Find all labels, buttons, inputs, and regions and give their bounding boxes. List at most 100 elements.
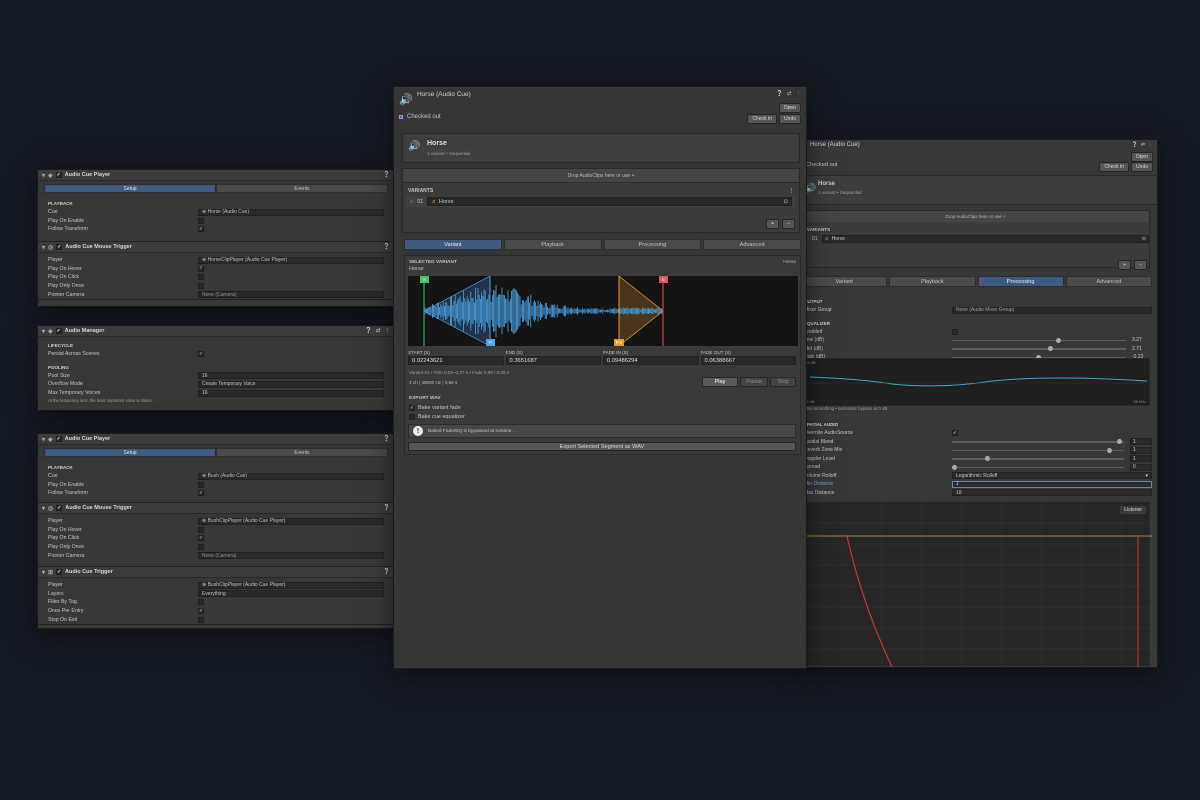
filter-by-tag-checkbox[interactable] <box>198 599 204 606</box>
waveform-view[interactable]: S E FI FO <box>408 276 798 346</box>
follow-transform-checkbox[interactable]: ✓ <box>198 490 204 497</box>
stop-button[interactable]: Stop <box>770 377 796 387</box>
stop-on-exit-checkbox[interactable] <box>198 616 204 623</box>
player-field[interactable]: ⊕ BushClipPlayer (Audio Cue Player) <box>198 581 384 589</box>
pool-size-field[interactable]: 16 <box>198 372 384 380</box>
tab-variant[interactable]: Variant <box>404 239 502 250</box>
drop-zone[interactable]: Drop AudioClips here or use + <box>403 169 799 183</box>
doppler-slider[interactable] <box>952 456 1124 461</box>
fade-out-marker-handle[interactable]: FO <box>614 339 624 346</box>
foldout-arrow-icon[interactable]: ▾ <box>42 328 45 335</box>
eq-mid-value[interactable]: 2.71 <box>1132 346 1152 352</box>
tab-advanced[interactable]: Advanced <box>703 239 801 250</box>
more-icon[interactable]: ⋮ <box>385 328 391 334</box>
start-field[interactable]: 0.02243621 <box>408 356 504 365</box>
play-only-once-checkbox[interactable] <box>198 283 204 290</box>
foldout-arrow-icon[interactable]: ▾ <box>42 244 45 251</box>
override-checkbox[interactable]: ✓ <box>952 430 958 437</box>
play-on-enable-checkbox[interactable] <box>198 217 204 224</box>
persist-checkbox[interactable]: ✓ <box>198 351 204 358</box>
max-distance-field[interactable]: 10 <box>952 489 1152 497</box>
undo-button[interactable]: Undo <box>779 114 801 124</box>
eq-mid-slider[interactable] <box>952 346 1126 351</box>
tab-variant[interactable]: Variant <box>801 276 888 287</box>
check-in-button[interactable]: Check In <box>747 114 778 124</box>
enable-toggle[interactable]: ✓ <box>56 569 63 575</box>
pause-button[interactable]: Pause <box>740 377 768 387</box>
component-header[interactable]: ▾ ⊞ ✓ Audio Cue Trigger ❔ <box>38 567 394 578</box>
start-marker-handle[interactable]: S <box>420 276 429 283</box>
open-button[interactable]: Open <box>778 103 801 113</box>
play-on-hover-checkbox[interactable]: ✓ <box>198 265 204 272</box>
doppler-value[interactable]: 1 <box>1130 455 1152 463</box>
help-icon[interactable]: ❔ <box>1132 142 1138 148</box>
help-icon[interactable]: ❔ <box>383 172 390 178</box>
tab-playback[interactable]: Playback <box>503 239 602 250</box>
layers-dropdown[interactable]: Everything <box>198 590 384 598</box>
reverb-value[interactable]: 1 <box>1130 446 1152 454</box>
foldout-arrow-icon[interactable]: ▾ <box>42 505 45 512</box>
remove-variant-button[interactable]: − <box>782 219 795 229</box>
enable-toggle[interactable]: ✓ <box>55 436 62 442</box>
enable-toggle[interactable]: ✓ <box>55 328 62 334</box>
tab-processing[interactable]: Processing <box>603 239 702 250</box>
fade-in-marker-handle[interactable]: FI <box>486 339 495 346</box>
once-per-entry-checkbox[interactable]: ✓ <box>198 608 204 615</box>
enable-toggle[interactable]: ✓ <box>55 172 62 178</box>
bake-eq-checkbox[interactable] <box>409 414 415 420</box>
eq-low-slider[interactable] <box>952 337 1126 343</box>
enable-toggle[interactable]: ✓ <box>56 244 63 250</box>
variant-clip-field[interactable]: ♬ Horse ⊙ <box>427 197 792 206</box>
check-in-button[interactable]: Check In <box>1099 162 1130 172</box>
follow-transform-checkbox[interactable]: ✓ <box>198 226 204 233</box>
drop-zone[interactable]: Drop AudioClips here or use + <box>802 211 1149 222</box>
drag-handle-icon[interactable]: ≡ <box>410 199 413 205</box>
help-icon[interactable]: ❔ <box>383 436 390 442</box>
player-field[interactable]: ⊕ BushClipPlayer (Audio Cue Player) <box>198 517 384 525</box>
component-header[interactable]: ▾ ◈ ✓ Audio Cue Player ❔ <box>38 170 394 181</box>
component-header[interactable]: ▾ ◎ ✓ Audio Cue Mouse Trigger ❔ <box>38 503 394 514</box>
help-icon[interactable]: ❔ <box>365 328 372 334</box>
add-variant-button[interactable]: + <box>1118 260 1132 270</box>
tab-advanced[interactable]: Advanced <box>1065 276 1152 287</box>
object-picker-icon[interactable]: ⊙ <box>783 199 788 205</box>
remove-variant-button[interactable]: − <box>1134 260 1147 270</box>
spatial-blend-value[interactable]: 1 <box>1130 438 1152 446</box>
overflow-dropdown[interactable]: Create Temporary Voice <box>198 380 384 388</box>
tab-playback[interactable]: Playback <box>889 276 976 287</box>
play-on-click-checkbox[interactable] <box>198 274 204 281</box>
undo-button[interactable]: Undo <box>1131 162 1153 172</box>
tab-events[interactable]: Events <box>216 184 388 193</box>
more-icon[interactable]: ⋮ <box>1148 142 1153 148</box>
max-temp-field[interactable]: 16 <box>198 389 384 397</box>
component-header[interactable]: ▾ ◈ ✓ Audio Manager ❔ ⇄ ⋮ <box>38 326 394 337</box>
object-picker-icon[interactable]: ⊙ <box>1142 236 1146 242</box>
end-field[interactable]: 0.3651687 <box>505 356 601 365</box>
fade-in-field[interactable]: 0.09486294 <box>603 356 699 365</box>
add-variant-button[interactable]: + <box>766 219 780 229</box>
min-distance-field[interactable]: 1 <box>952 480 1152 488</box>
end-marker-handle[interactable]: E <box>659 276 668 283</box>
tab-setup[interactable]: Setup <box>44 184 216 193</box>
preset-icon[interactable]: ⇄ <box>787 91 792 97</box>
pointer-camera-field[interactable]: None (Camera) <box>198 552 384 560</box>
eq-enabled-checkbox[interactable] <box>952 328 958 335</box>
play-on-hover-checkbox[interactable] <box>198 526 204 533</box>
tab-events[interactable]: Events <box>216 448 388 457</box>
export-wav-button[interactable]: Export Selected Segment as WAV <box>408 442 796 451</box>
component-header[interactable]: ▾ ◎ ✓ Audio Cue Mouse Trigger ❔ <box>38 242 394 253</box>
cue-field[interactable]: ⊕ Bush (Audio Cue) <box>198 472 384 480</box>
more-icon[interactable]: ⋮ <box>796 91 802 97</box>
component-header[interactable]: ▾ ◈ ✓ Audio Cue Player ❔ <box>38 434 394 445</box>
foldout-arrow-icon[interactable]: ▾ <box>42 436 45 443</box>
mixer-group-field[interactable]: None (Audio Mixer Group) <box>952 306 1152 314</box>
reverb-slider[interactable] <box>952 447 1124 453</box>
help-icon[interactable]: ❔ <box>383 505 390 511</box>
pointer-camera-field[interactable]: None (Camera) <box>198 291 384 299</box>
foldout-arrow-icon[interactable]: ▾ <box>42 569 45 576</box>
help-icon[interactable]: ❔ <box>383 569 390 575</box>
tab-setup[interactable]: Setup <box>44 448 216 457</box>
spread-value[interactable]: 0 <box>1130 463 1152 471</box>
variants-menu-icon[interactable]: ⋮ <box>789 188 794 194</box>
waveform-svg[interactable] <box>408 276 798 346</box>
